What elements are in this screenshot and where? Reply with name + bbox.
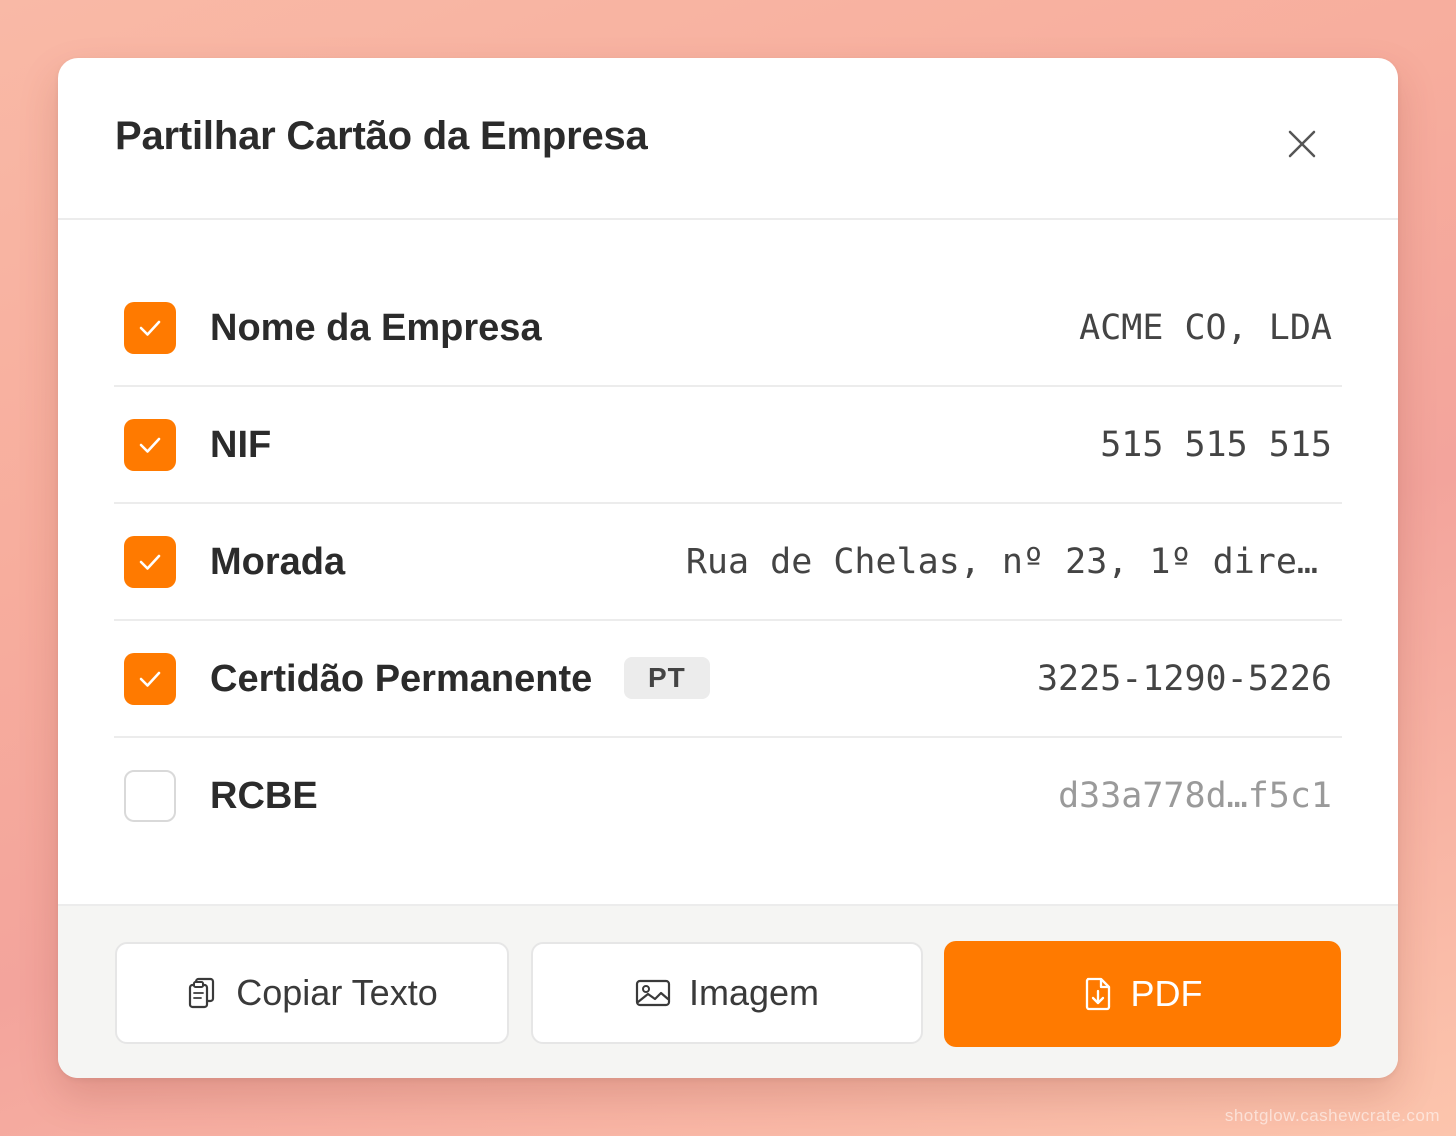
field-row-nif[interactable]: NIF 515 515 515 bbox=[114, 387, 1342, 504]
field-value: Rua de Chelas, nº 23, 1º dire… bbox=[685, 542, 1318, 582]
copy-text-button[interactable]: Copiar Texto bbox=[115, 942, 509, 1044]
country-badge: PT bbox=[624, 657, 710, 699]
field-label: Nome da Empresa bbox=[210, 307, 542, 349]
checkbox-address[interactable] bbox=[124, 536, 176, 588]
copy-text-label: Copiar Texto bbox=[236, 972, 438, 1013]
dialog-footer: Copiar Texto Imagem PDF bbox=[58, 904, 1398, 1078]
checkbox-permanent-certificate[interactable] bbox=[124, 653, 176, 705]
checkmark-icon bbox=[136, 314, 164, 342]
field-label: NIF bbox=[210, 424, 272, 466]
pdf-button[interactable]: PDF bbox=[944, 941, 1341, 1047]
field-list: Nome da Empresa ACME CO, LDA NIF 515 515… bbox=[114, 270, 1342, 855]
close-icon bbox=[1287, 129, 1317, 159]
checkmark-icon bbox=[136, 665, 164, 693]
field-value: d33a778d…f5c1 bbox=[1058, 776, 1332, 816]
checkbox-nif[interactable] bbox=[124, 419, 176, 471]
close-button[interactable] bbox=[1278, 120, 1326, 168]
field-value: 3225-1290-5226 bbox=[1036, 659, 1332, 699]
watermark: shotglow.cashewcrate.com bbox=[1224, 1106, 1440, 1125]
checkbox-company-name[interactable] bbox=[124, 302, 176, 354]
field-row-company-name[interactable]: Nome da Empresa ACME CO, LDA bbox=[114, 270, 1342, 387]
field-label: Morada bbox=[210, 541, 346, 583]
file-download-icon bbox=[1083, 976, 1113, 1012]
image-button[interactable]: Imagem bbox=[531, 942, 923, 1044]
pdf-label: PDF bbox=[1130, 973, 1203, 1014]
share-company-card-dialog: Partilhar Cartão da Empresa Nome da Empr… bbox=[58, 58, 1398, 1078]
field-label: RCBE bbox=[210, 775, 318, 817]
field-row-permanent-certificate[interactable]: Certidão Permanente PT 3225-1290-5226 bbox=[114, 621, 1342, 738]
field-row-rcbe[interactable]: RCBE d33a778d…f5c1 bbox=[114, 738, 1342, 855]
checkmark-icon bbox=[136, 548, 164, 576]
field-value: ACME CO, LDA bbox=[1079, 308, 1332, 348]
checkbox-rcbe[interactable] bbox=[124, 770, 176, 822]
clipboard-icon bbox=[186, 976, 218, 1010]
field-row-address[interactable]: Morada Rua de Chelas, nº 23, 1º dire… bbox=[114, 504, 1342, 621]
checkmark-icon bbox=[136, 431, 164, 459]
dialog-title: Partilhar Cartão da Empresa bbox=[115, 114, 648, 158]
image-icon bbox=[635, 978, 671, 1008]
image-label: Imagem bbox=[688, 972, 820, 1013]
field-label: Certidão Permanente bbox=[210, 658, 593, 700]
dialog-header: Partilhar Cartão da Empresa bbox=[58, 58, 1398, 220]
field-value: 515 515 515 bbox=[1100, 425, 1332, 465]
